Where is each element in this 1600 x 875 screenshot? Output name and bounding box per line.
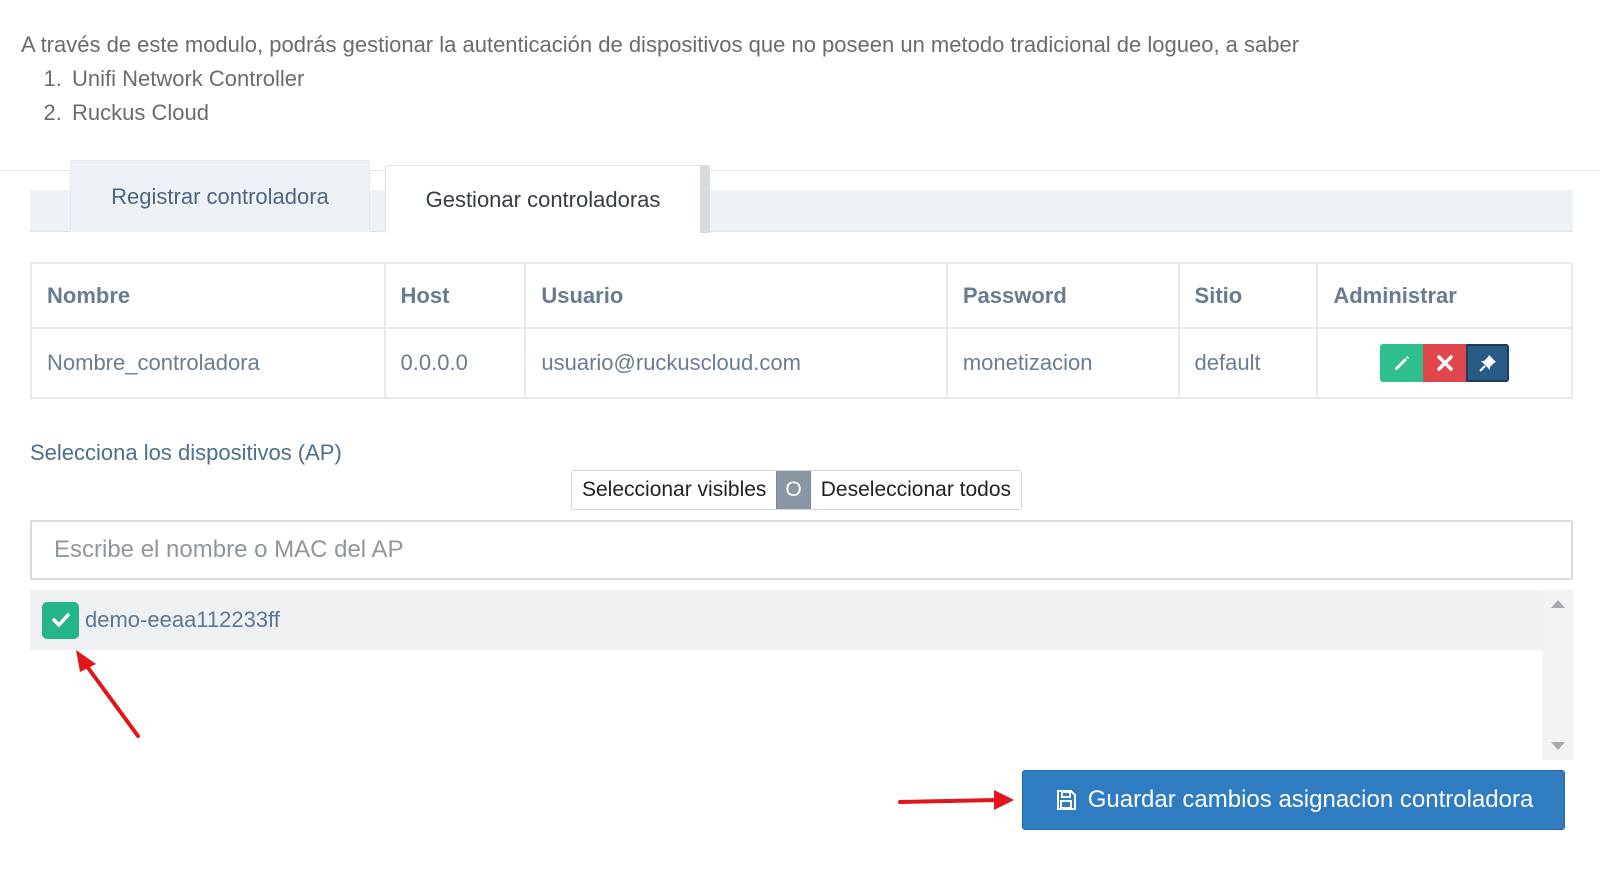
- floppy-disk-icon: [1056, 790, 1076, 810]
- device-list: demo-eeaa112233ff: [30, 590, 1573, 760]
- controllers-table: Nombre Host Usuario Password Sitio Admin…: [30, 262, 1573, 399]
- tab-registrar-controladora[interactable]: Registrar controladora: [70, 160, 370, 232]
- cell-administrar: [1316, 327, 1573, 399]
- device-checkbox[interactable]: [42, 601, 79, 639]
- list-scrollbar[interactable]: [1543, 590, 1573, 760]
- table-row: Nombre_controladora 0.0.0.0 usuario@ruck…: [30, 327, 1573, 399]
- column-header: Sitio: [1177, 262, 1319, 329]
- intro-paragraph: A través de este modulo, podrás gestiona…: [21, 32, 1300, 57]
- assign-button[interactable]: [1466, 344, 1510, 382]
- scroll-down-icon[interactable]: [1551, 742, 1565, 750]
- pencil-icon: [1394, 356, 1409, 370]
- column-header: Usuario: [524, 262, 948, 329]
- scroll-up-icon[interactable]: [1551, 600, 1565, 608]
- deselect-all-button[interactable]: Deseleccionar todos: [810, 471, 1022, 509]
- select-visible-button[interactable]: Seleccionar visibles: [572, 471, 777, 509]
- delete-button[interactable]: [1423, 344, 1467, 382]
- selection-toggle: Seleccionar visibles O Deseleccionar tod…: [571, 470, 1023, 510]
- select-devices-label: Selecciona los dispositivos (AP): [30, 440, 342, 465]
- cell-usuario: usuario@ruckuscloud.com: [524, 327, 948, 399]
- cell-password: monetizacion: [945, 327, 1180, 399]
- column-header: Password: [945, 262, 1180, 329]
- cell-host: 0.0.0.0: [383, 327, 527, 399]
- save-assignment-button[interactable]: Guardar cambios asignacion controladora: [1022, 770, 1565, 830]
- column-header: Administrar: [1316, 262, 1573, 329]
- tab-gestionar-controladoras[interactable]: Gestionar controladoras: [385, 165, 710, 233]
- pin-icon: [1478, 355, 1496, 372]
- edit-button[interactable]: [1380, 344, 1424, 382]
- device-label: demo-eeaa112233ff: [85, 607, 280, 632]
- toggle-separator: O: [776, 471, 811, 509]
- column-header: Host: [383, 262, 527, 329]
- column-header: Nombre: [30, 262, 386, 329]
- intro-list-item: Unifi Network Controller: [68, 62, 1299, 96]
- list-item[interactable]: demo-eeaa112233ff: [30, 590, 1543, 650]
- cell-sitio: default: [1177, 327, 1319, 399]
- action-button-group: [1380, 344, 1510, 382]
- cell-nombre: Nombre_controladora: [30, 327, 386, 399]
- row-actions: [1333, 344, 1556, 382]
- close-icon: [1436, 355, 1453, 371]
- intro-list: Unifi Network Controller Ruckus Cloud: [68, 62, 1299, 130]
- save-button-label: Guardar cambios asignacion controladora: [1087, 786, 1534, 813]
- arrow-to-save-button-icon: [898, 790, 1014, 810]
- intro-list-item: Ruckus Cloud: [68, 96, 1299, 130]
- intro-text: A través de este modulo, podrás gestiona…: [21, 28, 1299, 130]
- table-header-row: Nombre Host Usuario Password Sitio Admin…: [30, 262, 1573, 329]
- checkmark-icon: [51, 613, 70, 627]
- ap-search-input[interactable]: [30, 520, 1573, 580]
